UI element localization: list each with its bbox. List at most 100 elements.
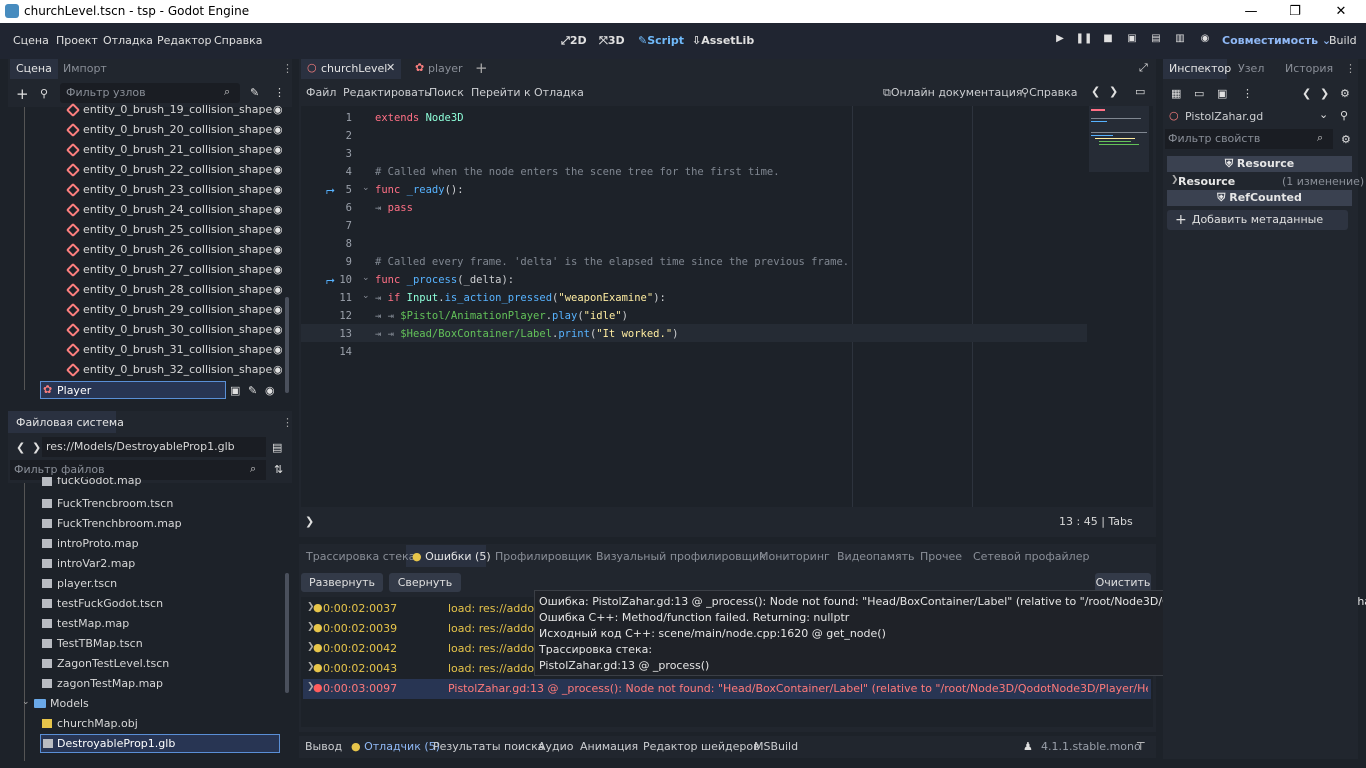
dock-menu-icon[interactable]: ⋮ — [282, 416, 293, 429]
tab-history[interactable]: История — [1285, 62, 1333, 75]
fold-chevron-icon[interactable]: ⌄ — [362, 273, 370, 283]
chevron-down-icon[interactable]: ⌄ — [1319, 108, 1328, 121]
tree-node[interactable]: entity_0_brush_19_collision_shape ◉ — [8, 100, 292, 120]
section-resource[interactable]: ⛨ Resource — [1167, 156, 1352, 172]
menu-editor[interactable]: Редактор — [157, 34, 212, 47]
fullscreen-icon[interactable]: ⤢ — [1139, 61, 1148, 75]
menu-debug[interactable]: Отладка — [534, 86, 584, 99]
visibility-eye-icon[interactable]: ◉ — [273, 103, 283, 116]
tab-output[interactable]: Вывод — [305, 740, 342, 753]
save-resource-icon[interactable]: ▣ — [1217, 87, 1227, 100]
online-docs-button[interactable]: ⧉Онлайн документация — [883, 86, 1022, 100]
fold-chevron-icon[interactable]: ⌄ — [362, 183, 370, 193]
error-row-selected[interactable]: ❯ ● 0:00:03:0097 PistolZahar.gd:13 @ _pr… — [303, 679, 1151, 699]
connection-icon[interactable]: ⮣ — [326, 273, 335, 287]
sort-icon[interactable]: ⇅ — [274, 463, 283, 476]
tab-shader-editor[interactable]: Редактор шейдеров — [643, 740, 760, 753]
history-forward-icon[interactable]: ❯ — [1320, 87, 1329, 100]
tab-profiler[interactable]: Профилировщик — [495, 550, 592, 563]
add-tab-icon[interactable]: + — [475, 59, 488, 77]
file-item[interactable]: fuckGodot.map — [10, 477, 282, 491]
menu-goto[interactable]: Перейти к — [471, 86, 531, 99]
visibility-eye-icon[interactable]: ◉ — [273, 163, 283, 176]
tab-inspector[interactable]: Инспектор — [1169, 62, 1231, 75]
file-item[interactable]: player.tscn — [10, 574, 282, 594]
visibility-eye-icon[interactable]: ◉ — [265, 384, 275, 397]
visibility-eye-icon[interactable]: ◉ — [273, 303, 283, 316]
mode-2d-button[interactable]: ⤢2D — [561, 34, 587, 48]
tree-node[interactable]: entity_0_brush_22_collision_shape ◉ — [8, 160, 292, 180]
file-item[interactable]: ZagonTestLevel.tscn — [10, 654, 282, 674]
visibility-eye-icon[interactable]: ◉ — [273, 203, 283, 216]
tab-audio[interactable]: Аудио — [538, 740, 574, 753]
tree-node[interactable]: entity_0_brush_28_collision_shape ◉ — [8, 280, 292, 300]
file-item[interactable]: churchMap.obj — [10, 714, 282, 734]
file-item-selected[interactable]: DestroyableProp1.glb — [40, 734, 280, 753]
file-item[interactable]: FuckTrencbroom.tscn — [10, 494, 282, 514]
file-item[interactable]: FuckTrenchbroom.map — [10, 514, 282, 534]
tree-node[interactable]: entity_0_brush_30_collision_shape ◉ — [8, 320, 292, 340]
history-back-icon[interactable]: ❮ — [1302, 87, 1311, 100]
play-icon[interactable]: ▶ — [1051, 33, 1069, 49]
more-icon[interactable]: ⋮ — [274, 86, 285, 99]
add-metadata-button[interactable]: + Добавить метаданные — [1167, 210, 1348, 230]
visibility-eye-icon[interactable]: ◉ — [273, 363, 283, 376]
visibility-eye-icon[interactable]: ◉ — [273, 283, 283, 296]
tab-monitors[interactable]: Мониторинг — [759, 550, 830, 563]
tree-node[interactable]: entity_0_brush_25_collision_shape ◉ — [8, 220, 292, 240]
tab-misc[interactable]: Прочее — [920, 550, 962, 563]
resource-property[interactable]: Resource — [1178, 175, 1235, 188]
expand-all-button[interactable]: Развернуть все — [301, 573, 383, 608]
path-field[interactable]: res://Models/DestroyableProp1.glb — [42, 437, 266, 457]
menu-help[interactable]: Справка — [214, 34, 262, 47]
build-button[interactable]: Build — [1329, 34, 1357, 47]
visibility-eye-icon[interactable]: ◉ — [273, 263, 283, 276]
visibility-eye-icon[interactable]: ◉ — [273, 123, 283, 136]
object-props-icon[interactable]: ⚲ — [1340, 109, 1348, 122]
instance-icon[interactable]: ▣ — [230, 384, 240, 397]
mode-script-button[interactable]: ✎Script — [638, 34, 684, 47]
maximize-button[interactable]: ❐ — [1272, 0, 1318, 23]
tab-search-results[interactable]: Результаты поиска — [433, 740, 545, 753]
script-attach-icon[interactable]: ✎ — [250, 86, 259, 99]
link-icon[interactable]: ⚲ — [40, 87, 48, 100]
tree-node-player[interactable]: ✿ Player — [40, 381, 226, 399]
minimize-button[interactable]: — — [1228, 0, 1274, 23]
forward-icon[interactable]: ❯ — [32, 441, 41, 454]
file-item[interactable]: introProto.map — [10, 534, 282, 554]
section-refcounted[interactable]: ⛨ RefCounted — [1167, 190, 1352, 206]
file-tree-scrollbar[interactable] — [285, 573, 289, 693]
tab-churchlevel[interactable]: churchLevel — [321, 62, 387, 75]
script-list-toggle-icon[interactable]: ▭ — [1135, 85, 1145, 98]
prompt-icon[interactable]: ❯ — [305, 515, 314, 528]
tree-node[interactable]: entity_0_brush_21_collision_shape ◉ — [8, 140, 292, 160]
tree-node[interactable]: entity_0_brush_26_collision_shape ◉ — [8, 240, 292, 260]
open-resource-icon[interactable]: ▭ — [1194, 87, 1204, 100]
play-custom-icon[interactable]: ▥ — [1171, 33, 1189, 49]
menu-edit[interactable]: Редактировать — [343, 86, 431, 99]
menu-debug[interactable]: Отладка — [103, 34, 153, 47]
tree-node[interactable]: entity_0_brush_23_collision_shape ◉ — [8, 180, 292, 200]
menu-scene[interactable]: Сцена — [13, 34, 49, 47]
tab-network-profiler[interactable]: Сетевой профайлер — [973, 550, 1089, 563]
tab-node[interactable]: Узел — [1238, 62, 1264, 75]
pause-icon[interactable]: ❚❚ — [1075, 33, 1093, 49]
folder-item[interactable]: ⌄ Models — [10, 694, 282, 714]
mode-assetlib-button[interactable]: ⇩AssetLib — [692, 34, 754, 47]
pin-panel-icon[interactable]: ⊤ — [1136, 740, 1146, 753]
tab-animation[interactable]: Анимация — [580, 740, 638, 753]
visibility-eye-icon[interactable]: ◉ — [273, 343, 283, 356]
movie-maker-icon[interactable]: ◉ — [1196, 33, 1214, 49]
tab-visual-profiler[interactable]: Визуальный профилировщик — [596, 550, 766, 563]
file-item[interactable]: TestTBMap.tscn — [10, 634, 282, 654]
mode-3d-button[interactable]: ⤧3D — [599, 34, 625, 48]
visibility-eye-icon[interactable]: ◉ — [273, 183, 283, 196]
remote-debug-icon[interactable]: ▣ — [1123, 33, 1141, 49]
menu-file[interactable]: Файл — [306, 86, 336, 99]
tab-filesystem[interactable]: Файловая система — [16, 416, 124, 429]
visibility-eye-icon[interactable]: ◉ — [273, 243, 283, 256]
back-icon[interactable]: ❮ — [16, 441, 25, 454]
tree-node[interactable]: entity_0_brush_31_collision_shape ◉ — [8, 340, 292, 360]
file-item[interactable]: zagonTestMap.map — [10, 674, 282, 694]
object-history-icon[interactable]: ⚙ — [1340, 87, 1350, 100]
